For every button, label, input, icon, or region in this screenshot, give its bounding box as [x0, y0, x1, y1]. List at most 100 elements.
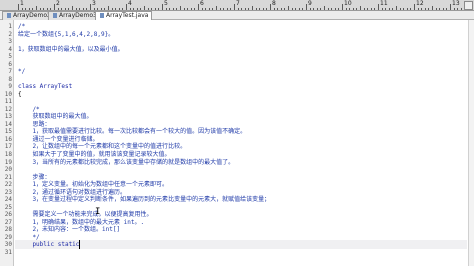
ruler-tick [75, 8, 77, 10]
ruler-tick [363, 8, 365, 10]
ruler-tick [252, 6, 253, 10]
code-editor[interactable]: /* 给定一个数组{5,1,6,4,2,8,9}。 1，获取数组中的最大值，以及最小… [15, 20, 474, 266]
ruler-tick [381, 8, 383, 10]
ruler-tick [248, 8, 250, 10]
ruler-tick [32, 8, 34, 10]
ruler-number: 4 [128, 0, 132, 7]
line-number-gutter: 1 2 3 4 5 6 7 8 9 10 11 12 13 14 15 16 17 18 19 20 21 22 23 24 2… [0, 20, 14, 266]
ruler-tick [345, 8, 347, 10]
ruler-tick [439, 8, 441, 10]
ruler-tick [129, 8, 131, 10]
line-number: 28 [4, 226, 12, 234]
ruler: 1 2 3 4 5 6 7 8 9 10 11 12 13 [0, 0, 474, 11]
ruler-tick [97, 8, 99, 10]
ruler-tick [356, 8, 358, 10]
line-number: 11 [4, 98, 12, 106]
ruler-tick [147, 8, 149, 10]
line-number: 9 [8, 83, 12, 91]
ruler-tick [410, 8, 412, 10]
ruler-tick [57, 8, 59, 10]
ruler-number: 3 [92, 0, 96, 7]
ruler-tick [21, 8, 23, 10]
code-line[interactable]: 3，当所有的元素都比较完成，那么该变量中存储的就是数组中的最大值了。 [18, 158, 234, 167]
code-line[interactable]: { [18, 90, 22, 99]
ruler-tick [255, 8, 257, 10]
ruler-tick [392, 8, 394, 10]
ruler-number: 1 [20, 0, 24, 7]
line-number: 13 [4, 113, 12, 121]
ruler-number: 6 [200, 0, 204, 7]
ruler-tick [442, 8, 444, 10]
ruler-tick [460, 8, 462, 10]
line-number: 16 [4, 135, 12, 143]
ruler-tick [230, 8, 232, 10]
line-number: 1 [8, 23, 12, 30]
ruler-tick [237, 8, 239, 10]
ruler-tick [158, 8, 160, 10]
ruler-tick [187, 8, 189, 10]
ruler-tick [104, 8, 106, 10]
ruler-tick [176, 8, 178, 10]
line-number: 15 [4, 128, 12, 136]
ruler-number: 7 [236, 0, 240, 7]
ruler-tick [241, 8, 243, 10]
ruler-tick [396, 6, 397, 10]
ruler-number: 5 [164, 0, 168, 7]
code-line[interactable]: */ [18, 67, 25, 76]
line-number: 18 [4, 151, 12, 158]
ibeam-cursor-icon: I [95, 207, 101, 217]
ruler-tick [277, 8, 279, 10]
ruler-tick [298, 8, 300, 10]
ruler-number: 9 [308, 0, 312, 7]
line-number: 25 [4, 203, 12, 211]
code-line[interactable]: 给定一个数组{5,1,6,4,2,8,9}。 [18, 30, 114, 39]
ruler-tick [295, 8, 297, 10]
ruler-tick [435, 8, 437, 10]
ruler-tick [64, 8, 66, 10]
ruler-tick [316, 8, 318, 10]
ruler-number: 8 [272, 0, 276, 7]
vertical-scrollbar[interactable] [468, 20, 474, 266]
ruler-tick [259, 8, 261, 10]
ruler-tick [126, 4, 127, 10]
ruler-tick [302, 8, 304, 10]
ruler-toggle-button[interactable] [464, 1, 473, 10]
ruler-tick [36, 6, 37, 10]
code-line[interactable]: 1，获取数组中的最大值，以及最小值。 [18, 45, 124, 54]
ruler-tick [108, 6, 109, 10]
code-line[interactable]: public static [18, 240, 79, 249]
ruler-tick [280, 8, 282, 10]
ruler-tick [414, 4, 415, 10]
line-number: 5 [8, 53, 12, 61]
ruler-tick [198, 4, 199, 10]
code-line[interactable]: class ArrayTest [18, 82, 72, 91]
ruler-tick [61, 8, 63, 10]
line-number: 27 [4, 218, 12, 226]
ruler-tick [370, 8, 372, 10]
ruler-tick [273, 8, 275, 10]
ruler-tick [201, 8, 203, 10]
ruler-tick [82, 8, 84, 10]
ruler-tick [234, 4, 235, 10]
line-number: 23 [4, 188, 12, 196]
ruler-tick [349, 8, 351, 10]
ruler-tick [374, 8, 376, 10]
code-line[interactable]: 3，在变量过程中定义判断条件，如果遍历到的元素比变量中的元素大，就赋值给该变量； [18, 195, 270, 204]
ruler-number: 13 [452, 0, 460, 7]
ruler-tick [223, 8, 225, 10]
ruler-tick [338, 8, 340, 10]
tab-arraytest[interactable]: ArrayTest.java [95, 11, 153, 20]
tab-bar: ArrayDemo2.java ArrayDemo3.java ArrayTes… [0, 11, 474, 20]
ruler-tick [327, 8, 329, 10]
line-number: 8 [8, 75, 12, 83]
ruler-tick [212, 8, 214, 10]
ruler-tick [406, 8, 408, 10]
ruler-tick [190, 8, 192, 10]
ruler-tick [244, 8, 246, 10]
ruler-tick [288, 6, 289, 10]
ruler-tick [90, 4, 91, 10]
line-number: 14 [4, 120, 12, 128]
ruler-tick [46, 8, 48, 10]
ruler-tick [385, 8, 387, 10]
current-line-highlight [15, 240, 467, 250]
